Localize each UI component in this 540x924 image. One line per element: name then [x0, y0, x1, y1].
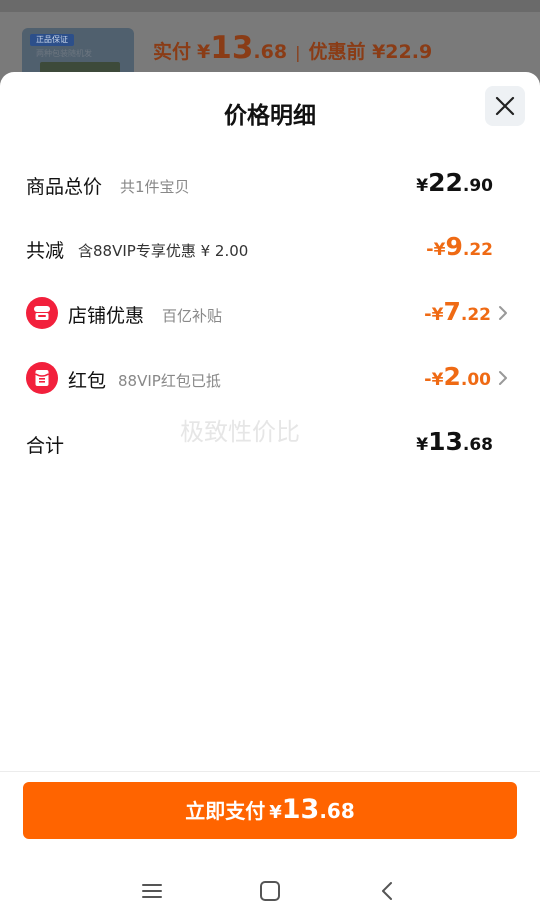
sheet-title: 价格明细: [224, 103, 316, 129]
red-packet-amount: - ¥ 2 .00: [424, 362, 491, 391]
shop-discount-desc: 百亿补贴: [162, 307, 223, 325]
red-packet-icon: [26, 362, 58, 394]
reduction-decimal: .22: [462, 240, 493, 260]
home-button[interactable]: [257, 878, 283, 904]
reduction-label: 共减: [26, 240, 65, 262]
red-packet-label: 红包: [68, 370, 107, 392]
back-button[interactable]: [374, 878, 400, 904]
system-navbar: [0, 862, 540, 918]
shop-discount-currency: ¥: [431, 305, 444, 325]
shop-discount-amount: - ¥ 7 .22: [424, 297, 491, 326]
paid-label: 实付: [153, 41, 192, 63]
paid-integer: 13: [210, 30, 254, 66]
store-icon: [26, 297, 58, 329]
pre-discount-price: 优惠前 ¥22.9: [308, 41, 433, 63]
total-decimal: .90: [462, 176, 493, 196]
sum-decimal: .68: [462, 435, 493, 455]
sum-label: 合计: [26, 435, 65, 457]
red-packet-sign: -: [424, 369, 432, 390]
total-price-desc: 共1件宝贝: [120, 178, 190, 196]
red-packet-currency: ¥: [431, 370, 444, 390]
total-integer: 22: [428, 168, 463, 197]
home-icon: [260, 881, 280, 901]
reduction-currency: ¥: [433, 240, 446, 260]
pay-decimal: .68: [319, 799, 355, 823]
chevron-right-icon: [499, 371, 507, 385]
price-separator: |: [295, 43, 301, 62]
row-red-packet[interactable]: 红包 88VIP红包已抵 - ¥ 2 .00: [0, 358, 540, 398]
menu-button[interactable]: [139, 878, 165, 904]
total-currency: ¥: [416, 176, 429, 196]
shop-discount-decimal: .22: [460, 305, 491, 325]
paid-currency: ¥: [197, 41, 211, 63]
price-detail-sheet: 价格明细 商品总价 共1件宝贝 ¥ 22 .90 共减 含88VIP专享优惠 ¥…: [0, 72, 540, 924]
pay-currency: ¥: [269, 802, 282, 823]
sum-amount: ¥ 13 .68: [416, 427, 493, 456]
reduction-desc: 含88VIP专享优惠 ¥ 2.00: [78, 242, 249, 260]
total-price-amount: ¥ 22 .90: [416, 168, 493, 197]
close-icon: [495, 96, 515, 116]
shop-discount-sign: -: [424, 304, 432, 325]
close-button[interactable]: [485, 86, 525, 126]
thumb-tag: 正品保证: [30, 34, 74, 46]
row-total-price: 商品总价 共1件宝贝 ¥ 22 .90: [0, 164, 540, 204]
red-packet-desc: 88VIP红包已抵: [118, 372, 221, 390]
red-packet-decimal: .00: [460, 370, 491, 390]
shop-discount-integer: 7: [443, 297, 461, 326]
total-price-label: 商品总价: [26, 176, 103, 198]
back-icon: [382, 882, 392, 900]
reduction-integer: 9: [445, 232, 463, 261]
reduction-sign: -: [426, 239, 434, 260]
row-shop-discount[interactable]: 店铺优惠 百亿补贴 - ¥ 7 .22: [0, 293, 540, 333]
reduction-amount: - ¥ 9 .22: [426, 232, 493, 261]
paid-decimal: .68: [253, 41, 288, 63]
footer-divider: [0, 771, 540, 772]
pay-integer: 13: [281, 794, 320, 825]
pay-now-button[interactable]: 立即支付 ¥ 13 .68: [23, 782, 517, 839]
sum-currency: ¥: [416, 435, 429, 455]
row-total-reduction: 共减 含88VIP专享优惠 ¥ 2.00 - ¥ 9 .22: [0, 228, 540, 268]
row-sum: 合计 ¥ 13 .68: [0, 423, 540, 463]
chevron-right-icon: [499, 306, 507, 320]
shop-discount-label: 店铺优惠: [68, 305, 145, 327]
background-strip: [0, 0, 540, 12]
menu-icon: [142, 884, 162, 898]
thumb-subtitle: 两种包装随机发: [36, 49, 92, 58]
sum-integer: 13: [428, 427, 463, 456]
background-price: 实付 ¥ 13 .68 | 优惠前 ¥22.9: [153, 30, 432, 66]
red-packet-integer: 2: [443, 362, 461, 391]
pay-now-label: 立即支付: [185, 799, 266, 823]
